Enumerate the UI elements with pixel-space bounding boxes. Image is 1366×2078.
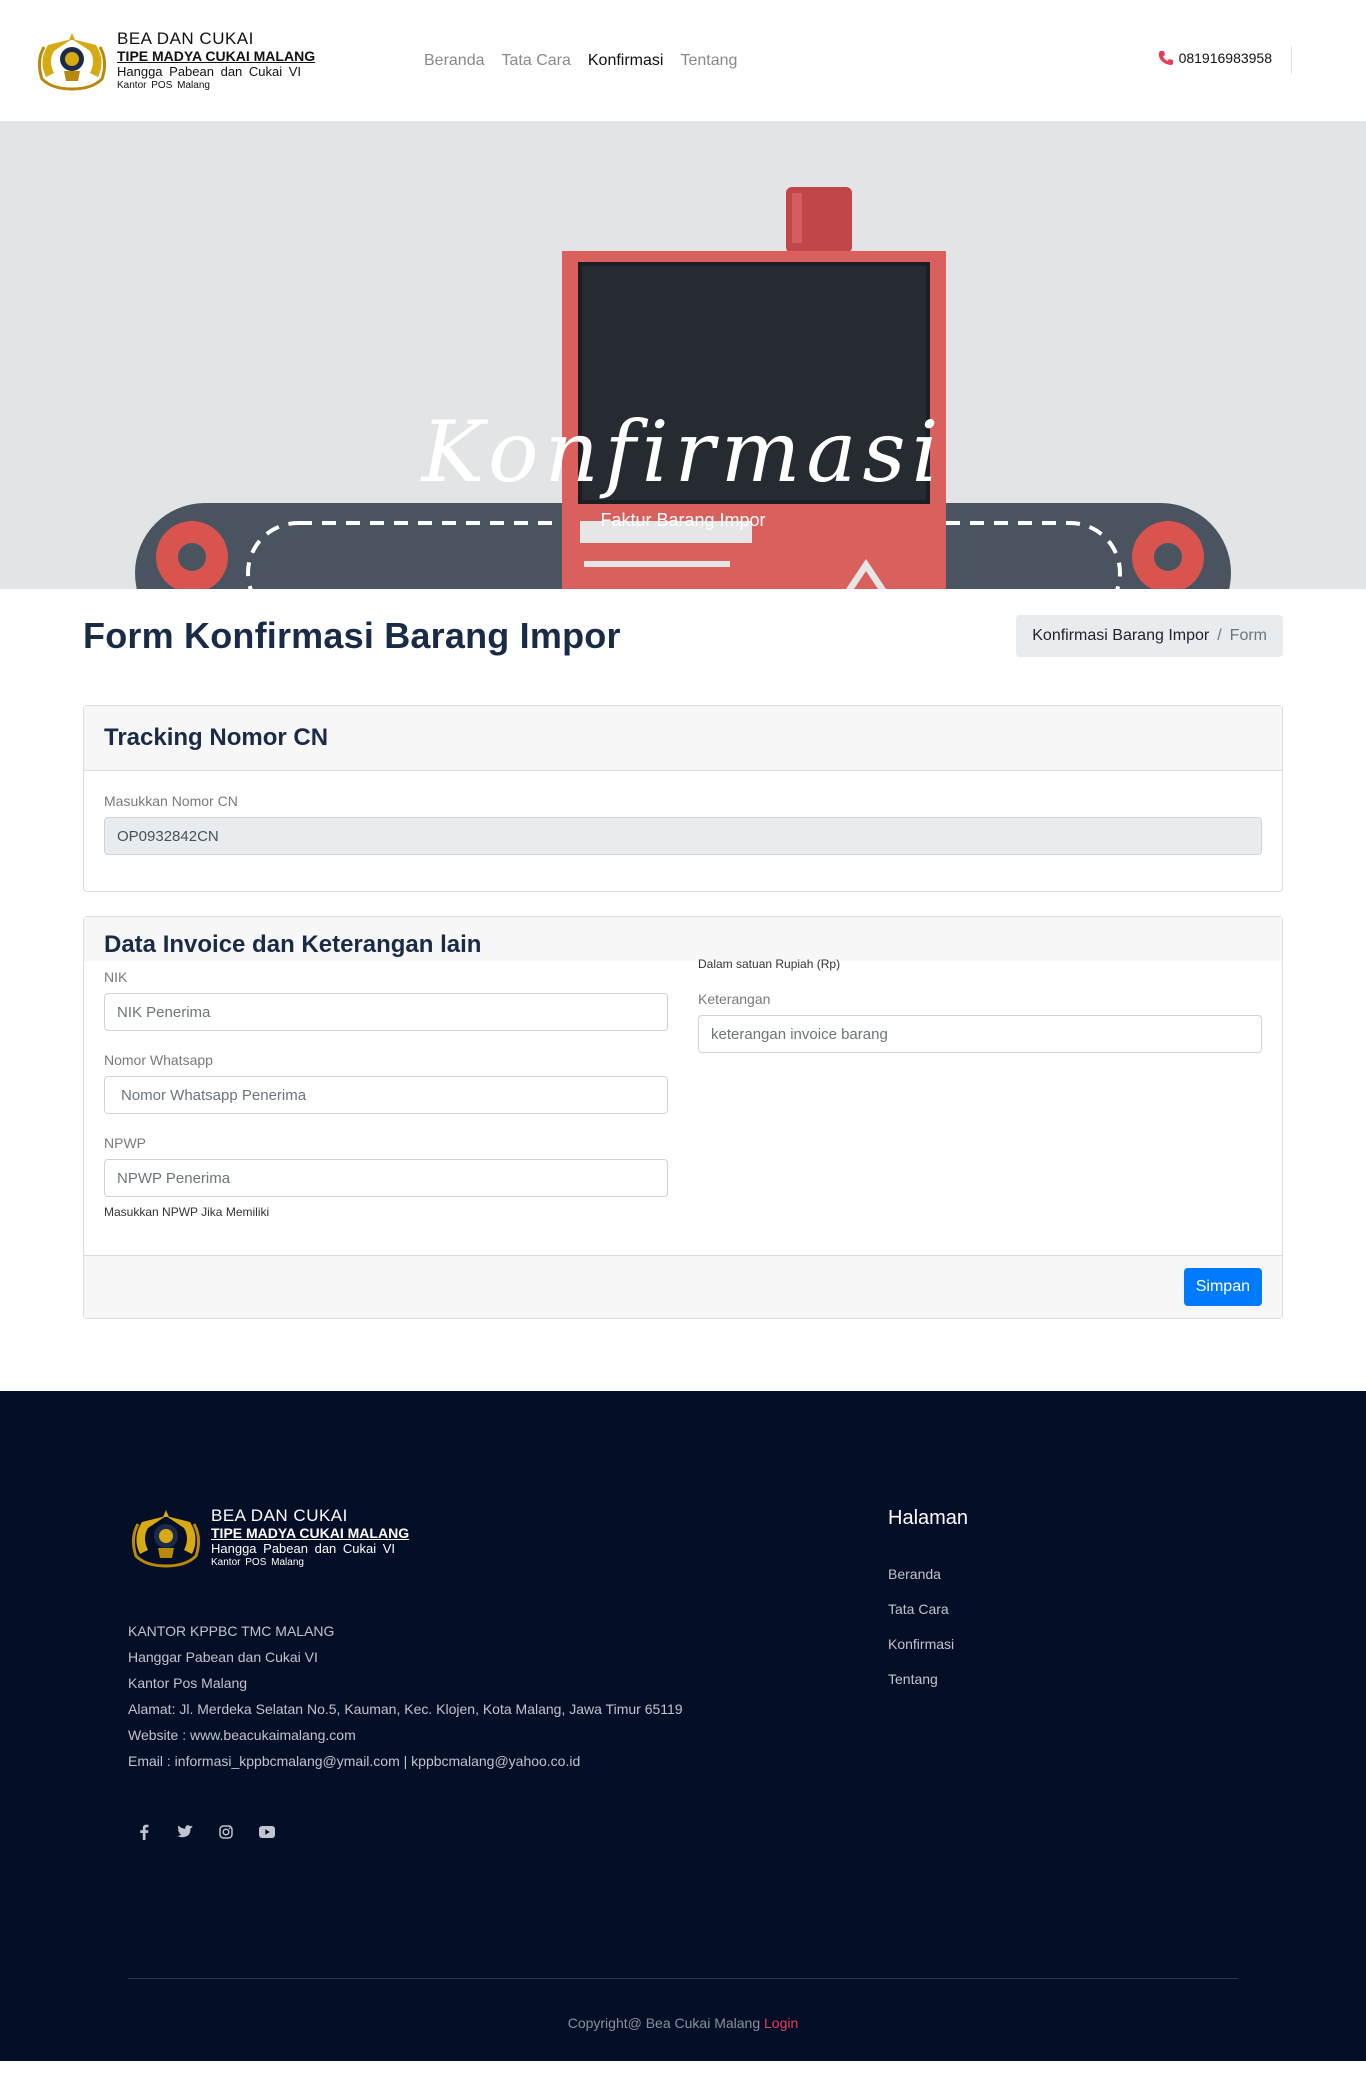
cn-label: Masukkan Nomor CN bbox=[104, 793, 238, 809]
footer-brand-logo[interactable]: BEA DAN CUKAI TIPE MADYA CUKAI MALANG Ha… bbox=[128, 1507, 409, 1568]
brand-logo[interactable]: BEA DAN CUKAI TIPE MADYA CUKAI MALANG Ha… bbox=[34, 30, 390, 91]
hero-banner: Konfirmasi Faktur Barang Impor bbox=[0, 121, 1366, 589]
footer-emblem-icon bbox=[131, 1509, 201, 1568]
emblem-icon bbox=[37, 32, 107, 91]
footer-link-tata-cara[interactable]: Tata Cara bbox=[888, 1601, 968, 1617]
phone-contact[interactable]: 081916983958 bbox=[1158, 50, 1272, 66]
social-links bbox=[134, 1822, 276, 1841]
invoice-card-header: Data Invoice dan Keterangan lain bbox=[84, 917, 1282, 961]
address-line: Website : www.beacukaimalang.com bbox=[128, 1727, 356, 1743]
cn-input[interactable]: OP0932842CN bbox=[104, 817, 1262, 855]
footer-brand-line-1: BEA DAN CUKAI bbox=[211, 1506, 348, 1525]
keterangan-label: Keterangan bbox=[698, 991, 771, 1007]
nav-tata-cara[interactable]: Tata Cara bbox=[502, 52, 571, 70]
tracking-card-title: Tracking Nomor CN bbox=[104, 724, 329, 751]
navbar: BEA DAN CUKAI TIPE MADYA CUKAI MALANG Ha… bbox=[0, 0, 1366, 121]
breadcrumb-konfirmasi[interactable]: Konfirmasi Barang Impor bbox=[1032, 627, 1209, 645]
footer-link-beranda[interactable]: Beranda bbox=[888, 1566, 968, 1582]
address-line: Email : informasi_kppbcmalang@ymail.com … bbox=[128, 1753, 581, 1769]
footer-brand-line-3: Hangga Pabean dan Cukai VI bbox=[211, 1541, 396, 1556]
nik-input[interactable]: NIK Penerima bbox=[104, 993, 668, 1031]
tracking-card-header: Tracking Nomor CN bbox=[84, 706, 1282, 771]
main-nav: Beranda Tata Cara Konfirmasi Tentang bbox=[424, 52, 737, 70]
nik-label: NIK bbox=[104, 969, 128, 985]
nav-divider bbox=[1291, 46, 1292, 74]
footer-link-konfirmasi[interactable]: Konfirmasi bbox=[888, 1636, 968, 1652]
footer-brand-line-4: Kantor POS Malang bbox=[211, 1557, 304, 1568]
npwp-input[interactable]: NPWP Penerima bbox=[104, 1159, 668, 1197]
footer-brand-line-2: TIPE MADYA CUKAI MALANG bbox=[211, 1525, 410, 1541]
tracking-card: Tracking Nomor CN Masukkan Nomor CN OP09… bbox=[83, 705, 1283, 892]
breadcrumb: Konfirmasi Barang Impor / Form bbox=[1016, 615, 1283, 657]
rupiah-hint: Dalam satuan Rupiah (Rp) bbox=[698, 957, 841, 971]
keterangan-input[interactable]: keterangan invoice barang bbox=[698, 1015, 1262, 1053]
footer-link-tentang[interactable]: Tentang bbox=[888, 1671, 968, 1687]
brand-line-3: Hangga Pabean dan Cukai VI bbox=[117, 64, 302, 79]
npwp-label: NPWP bbox=[104, 1135, 146, 1151]
nav-beranda[interactable]: Beranda bbox=[424, 52, 485, 70]
breadcrumb-form: Form bbox=[1229, 627, 1267, 644]
whatsapp-input[interactable]: Nomor Whatsapp Penerima bbox=[104, 1076, 668, 1114]
phone-icon bbox=[1158, 51, 1173, 65]
npwp-hint: Masukkan NPWP Jika Memiliki bbox=[104, 1205, 270, 1219]
simpan-button[interactable]: Simpan bbox=[1183, 1268, 1262, 1306]
nav-konfirmasi[interactable]: Konfirmasi bbox=[588, 52, 664, 70]
phone-number: 081916983958 bbox=[1178, 50, 1272, 66]
footer: BEA DAN CUKAI TIPE MADYA CUKAI MALANG Ha… bbox=[0, 1391, 1366, 2061]
youtube-icon[interactable] bbox=[257, 1822, 276, 1841]
hero-title: Konfirmasi bbox=[421, 403, 945, 501]
brand-line-1: BEA DAN CUKAI bbox=[117, 29, 254, 48]
page-header: Form Konfirmasi Barang Impor Konfirmasi … bbox=[83, 615, 1283, 657]
address-line: Kantor Pos Malang bbox=[128, 1675, 248, 1691]
copyright: Copyright@ Bea Cukai Malang Login bbox=[0, 2015, 1366, 2031]
nav-tentang[interactable]: Tentang bbox=[680, 52, 737, 70]
hero-subtitle: Faktur Barang Impor bbox=[600, 510, 766, 530]
address-line: KANTOR KPPBC TMC MALANG bbox=[128, 1623, 335, 1639]
brand-line-4: Kantor POS Malang bbox=[117, 80, 210, 91]
login-link[interactable]: Login bbox=[764, 2015, 798, 2031]
footer-pages-title: Halaman bbox=[888, 1507, 969, 1529]
address-line: Hanggar Pabean dan Cukai VI bbox=[128, 1649, 318, 1665]
invoice-card-title: Data Invoice dan Keterangan lain bbox=[104, 931, 482, 958]
footer-divider bbox=[128, 1978, 1238, 1979]
invoice-card: Data Invoice dan Keterangan lain NIK NIK… bbox=[83, 916, 1283, 1319]
twitter-icon[interactable] bbox=[175, 1822, 194, 1841]
facebook-icon[interactable] bbox=[134, 1822, 153, 1841]
instagram-icon[interactable] bbox=[216, 1822, 235, 1841]
address-line: Alamat: Jl. Merdeka Selatan No.5, Kauman… bbox=[128, 1701, 683, 1717]
breadcrumb-separator: / bbox=[1217, 627, 1222, 644]
page-title: Form Konfirmasi Barang Impor bbox=[83, 615, 621, 656]
invoice-card-footer: Simpan bbox=[84, 1255, 1282, 1318]
footer-address: KANTOR KPPBC TMC MALANG Hanggar Pabean d… bbox=[128, 1618, 683, 1774]
footer-pages: Halaman Beranda Tata Cara Konfirmasi Ten… bbox=[888, 1507, 968, 1706]
copyright-text: Copyright@ Bea Cukai Malang bbox=[567, 2015, 761, 2031]
main-content: Form Konfirmasi Barang Impor Konfirmasi … bbox=[0, 615, 1366, 1319]
brand-line-2: TIPE MADYA CUKAI MALANG bbox=[117, 48, 316, 64]
whatsapp-label: Nomor Whatsapp bbox=[104, 1052, 213, 1068]
